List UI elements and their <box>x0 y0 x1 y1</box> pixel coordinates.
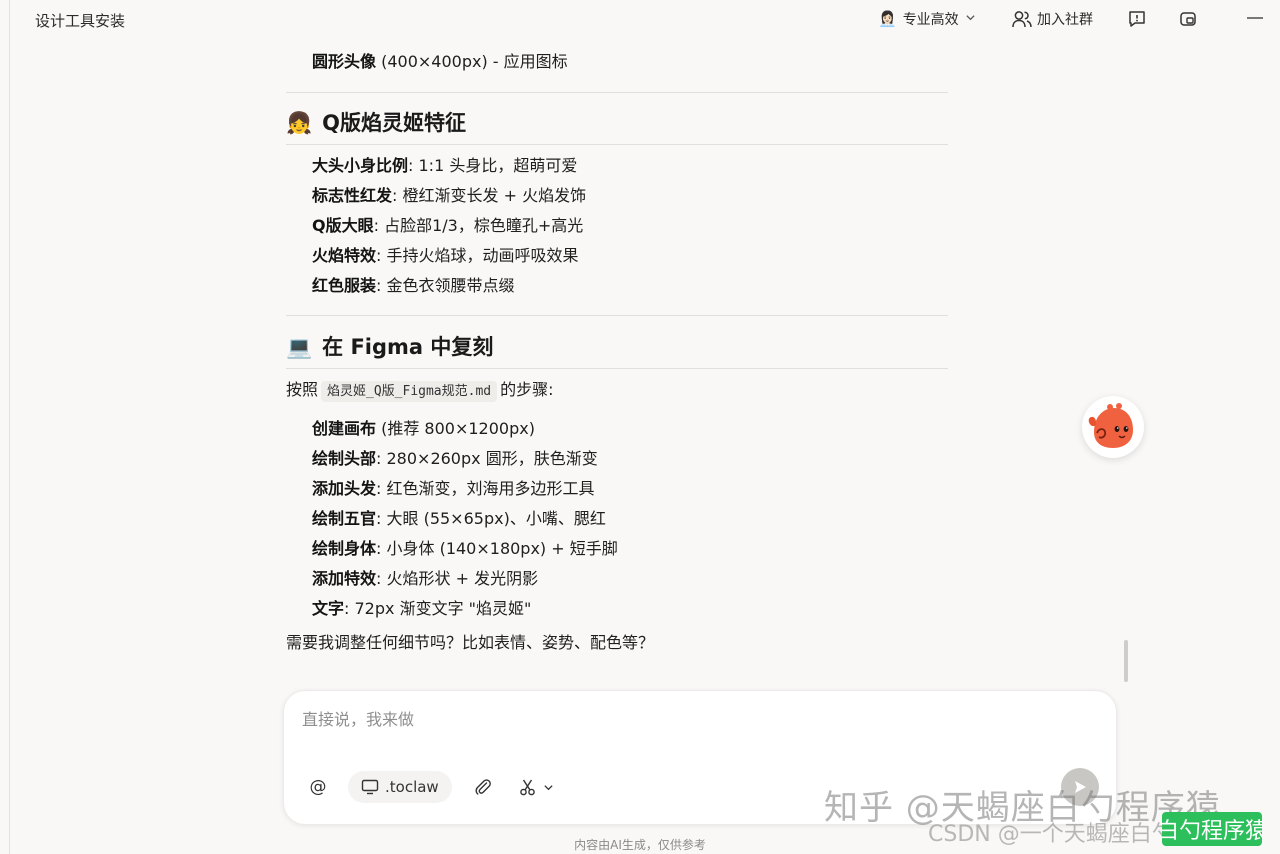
attach-button[interactable] <box>470 771 496 803</box>
section-heading: 💻 在 Figma 中复刻 <box>286 335 494 359</box>
list-item: 大头小身比例: 1:1 头身比，超萌可爱 <box>312 156 578 175</box>
list-item: 创建画布 (推荐 800×1200px) <box>312 419 535 438</box>
heading-underline <box>286 368 948 369</box>
title-bar: 设计工具安装 👩🏻‍💼 专业高效 加入社群 <box>0 0 1280 38</box>
mascot-assistant-button[interactable] <box>1082 396 1144 458</box>
inline-code-filename: 焰灵姬_Q版_Figma规范.md <box>321 381 498 402</box>
heading-underline <box>286 144 948 145</box>
scrollbar-thumb[interactable] <box>1124 640 1128 682</box>
join-community-button[interactable]: 加入社群 <box>1012 8 1093 30</box>
list-item: 圆形头像 (400×400px) - 应用图标 <box>312 52 568 71</box>
mention-button[interactable]: @ <box>304 771 332 803</box>
mode-selector[interactable]: 👩🏻‍💼 专业高效 <box>878 8 976 30</box>
crab-mascot-icon <box>1088 403 1133 448</box>
list-item: 绘制头部: 280×260px 圆形，肤色渐变 <box>312 449 598 468</box>
list-item: 添加特效: 火焰形状 + 发光阴影 <box>312 569 539 588</box>
list-item: Q版大眼: 占脸部1/3，棕色瞳孔+高光 <box>312 216 584 235</box>
list-item: 绘制身体: 小身体 (140×180px) + 短手脚 <box>312 539 618 558</box>
section-heading: 👧 Q版焰灵姬特征 <box>286 111 467 135</box>
screenshot-tool-button[interactable] <box>514 771 558 803</box>
chevron-down-icon <box>543 784 553 790</box>
girl-emoji-icon: 👧 <box>286 111 313 135</box>
context-label: .toclaw <box>385 778 439 796</box>
section-divider <box>286 92 948 93</box>
list-item: 绘制五官: 大眼 (55×65px)、小嘴、腮红 <box>312 509 606 528</box>
floating-window-icon[interactable] <box>1178 9 1198 29</box>
app-window: 设计工具安装 👩🏻‍💼 专业高效 加入社群 <box>0 0 1280 854</box>
list-item: 红色服装: 金色衣领腰带点缀 <box>312 276 515 295</box>
list-item: 火焰特效: 手持火焰球，动画呼吸效果 <box>312 246 579 265</box>
mode-label: 专业高效 <box>902 12 959 28</box>
watermark-badge: 白勺程序猿 <box>1162 812 1262 846</box>
sidebar-edge <box>0 0 10 854</box>
chevron-down-icon <box>965 12 976 26</box>
list-item: 标志性红发: 橙红渐变长发 + 火焰发饰 <box>312 186 587 205</box>
intro-paragraph: 按照 焰灵姬_Q版_Figma规范.md 的步骤: <box>286 375 554 407</box>
monitor-icon <box>361 779 379 795</box>
laptop-emoji-icon: 💻 <box>286 335 313 359</box>
closing-question: 需要我调整任何细节吗？比如表情、姿势、配色等？ <box>286 633 655 652</box>
conversation-title: 设计工具安装 <box>35 12 126 30</box>
users-icon <box>1012 11 1032 28</box>
mode-avatar-icon: 👩🏻‍💼 <box>878 10 897 28</box>
context-chip[interactable]: .toclaw <box>348 771 452 803</box>
feedback-icon[interactable] <box>1127 9 1147 29</box>
at-icon: @ <box>309 777 327 797</box>
join-community-label: 加入社群 <box>1037 12 1093 28</box>
minimize-icon[interactable] <box>1246 8 1264 28</box>
paperclip-icon <box>475 779 491 795</box>
list-item: 文字: 72px 渐变文字 "焰灵姬" <box>312 599 532 618</box>
scissors-icon <box>519 779 535 796</box>
section-divider <box>286 315 948 316</box>
message-input[interactable] <box>300 709 1094 730</box>
list-item: 添加头发: 红色渐变，刘海用多边形工具 <box>312 479 595 498</box>
